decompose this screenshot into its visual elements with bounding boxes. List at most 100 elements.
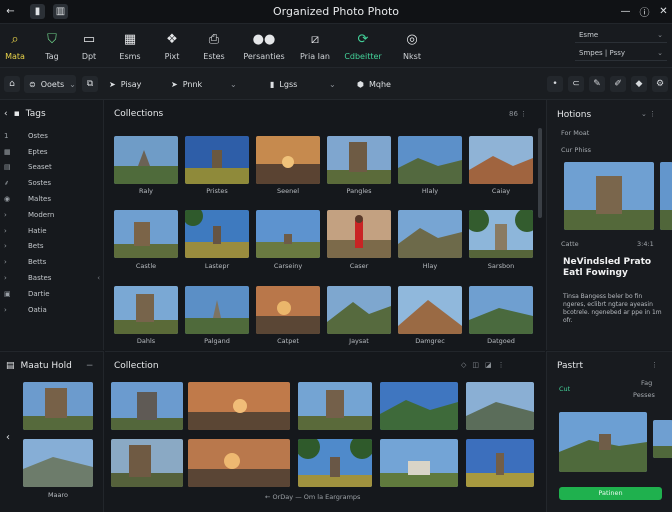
portrait-menu[interactable]: ⋮ bbox=[651, 361, 658, 369]
photo-thumbnail[interactable] bbox=[380, 439, 458, 487]
photo-thumbnail[interactable] bbox=[188, 382, 290, 430]
photo-thumbnail[interactable] bbox=[256, 286, 320, 334]
home-icon[interactable]: ⌂ bbox=[4, 76, 20, 92]
ribbon-cdbeitter[interactable]: ⟳ Cdbeitter bbox=[340, 30, 386, 62]
photo-thumbnail[interactable] bbox=[114, 136, 178, 184]
photo-thumbnail[interactable] bbox=[469, 136, 533, 184]
pin-icon[interactable]: • bbox=[547, 76, 563, 92]
chevron-left-icon[interactable]: ‹ bbox=[4, 109, 8, 119]
preview-image-next[interactable] bbox=[660, 162, 672, 230]
gem-icon: ⬢ bbox=[357, 79, 364, 89]
logs-button[interactable]: ▮ Lgss bbox=[265, 75, 302, 93]
toolbar: ⌂ ⊜ Ooets ⌄ ⧉ ➤ Pisay ➤ Pnnk ⌄ ▮ Lgss ⌄ … bbox=[0, 68, 672, 100]
play-button[interactable]: ➤ Pisay bbox=[104, 75, 146, 93]
photo-thumbnail[interactable] bbox=[185, 210, 249, 258]
photo-thumbnail[interactable] bbox=[111, 439, 183, 487]
info-icon[interactable]: ⓘ bbox=[637, 4, 652, 19]
apply-button[interactable]: Patinen bbox=[559, 487, 662, 500]
minimize-icon[interactable]: − bbox=[86, 361, 94, 371]
logs-chevron[interactable]: ⌄ bbox=[324, 75, 341, 93]
sidebar-item[interactable]: › Betts bbox=[4, 254, 100, 270]
ribbon-dpt[interactable]: ▭ Dpt bbox=[66, 30, 112, 62]
photo-thumbnail[interactable] bbox=[466, 439, 534, 487]
photo-thumbnail[interactable] bbox=[469, 286, 533, 334]
collections-panel: Collections 86 ⋮ Raly Pristes Seenel Pan… bbox=[105, 100, 545, 350]
chevron-left-icon[interactable]: ‹ bbox=[6, 432, 10, 443]
expand-icon: › bbox=[4, 210, 7, 219]
photo-thumbnail[interactable] bbox=[398, 136, 462, 184]
folder-icon: ▣ bbox=[4, 289, 11, 298]
settings-icon[interactable]: ⚙ bbox=[652, 76, 668, 92]
pagination[interactable]: ← OrDay — Om la Eargramps bbox=[265, 493, 360, 501]
photo-thumbnail[interactable] bbox=[327, 210, 391, 258]
brush-icon[interactable]: ✐ bbox=[610, 76, 626, 92]
ribbon-right-row[interactable]: Smpes | Pssy ⌄ bbox=[575, 46, 667, 61]
details-panel: Hotions ⌄ ⋮ For Moat Cur Phiss Catte 3:4… bbox=[546, 100, 672, 350]
sidebar-item[interactable]: › Bets bbox=[4, 239, 100, 255]
preview-image[interactable] bbox=[559, 412, 647, 472]
circle-icon: ◉ bbox=[4, 195, 11, 204]
print-icon: ➤ bbox=[171, 79, 178, 89]
collection-tools[interactable]: ◇◫◪⋮ bbox=[461, 361, 511, 369]
photo-thumbnail[interactable] bbox=[114, 210, 178, 258]
sidebar-item[interactable]: ⸙ Sostes bbox=[4, 175, 100, 191]
sidebar-item[interactable]: › Modern bbox=[4, 207, 100, 223]
details-menu[interactable]: ⌄ ⋮ bbox=[641, 110, 656, 118]
chevron-down-icon: ⌄ bbox=[657, 31, 663, 39]
photo-thumbnail[interactable] bbox=[469, 210, 533, 258]
print-button[interactable]: ➤ Pnnk bbox=[166, 75, 207, 93]
photo-thumbnail[interactable] bbox=[380, 382, 458, 430]
sidebar-item[interactable]: ▣ Dartie bbox=[4, 286, 100, 302]
chevron-down-icon: ⌄ bbox=[329, 79, 336, 89]
photo-thumbnail[interactable] bbox=[256, 136, 320, 184]
print-chevron[interactable]: ⌄ bbox=[225, 75, 242, 93]
photo-thumbnail[interactable] bbox=[114, 286, 178, 334]
photo-thumbnail[interactable] bbox=[23, 439, 93, 487]
photo-thumbnail[interactable] bbox=[398, 286, 462, 334]
sidebar-item[interactable]: ◉ Maltes bbox=[4, 191, 100, 207]
preview-image-next[interactable] bbox=[653, 420, 672, 458]
ribbon-persanties[interactable]: ●● Persanties bbox=[241, 30, 287, 62]
copy-icon[interactable]: ⧉ bbox=[82, 76, 98, 92]
ribbon-pria-ian[interactable]: ⧄ Pria Ian bbox=[292, 30, 338, 62]
photo-thumbnail[interactable] bbox=[466, 382, 534, 430]
sidebar-item[interactable]: › Hatie bbox=[4, 223, 100, 239]
minimize-icon[interactable]: — bbox=[618, 4, 633, 19]
expand-icon: › bbox=[4, 258, 7, 267]
scrollbar[interactable] bbox=[538, 128, 542, 218]
collapse-icon[interactable]: ‹ bbox=[97, 274, 100, 282]
sidebar-item[interactable]: › Oatia bbox=[4, 302, 100, 318]
ribbon-esms[interactable]: ▦ Esms bbox=[107, 30, 153, 62]
link-icon[interactable]: ⊂ bbox=[568, 76, 584, 92]
sort-dropdown[interactable]: ⊜ Ooets ⌄ bbox=[24, 75, 76, 93]
photo-thumbnail[interactable] bbox=[185, 136, 249, 184]
photo-thumbnail[interactable] bbox=[298, 439, 372, 487]
sidebar-item[interactable]: ▦ Eptes bbox=[4, 144, 100, 160]
preview-image[interactable] bbox=[564, 162, 654, 230]
collections-tools[interactable]: 86 ⋮ bbox=[509, 110, 527, 118]
ribbon-pixt[interactable]: ❖ Pixt bbox=[149, 30, 195, 62]
tag-icon: ▪ bbox=[13, 109, 20, 119]
sidebar-item[interactable]: ▤ Seaset bbox=[4, 160, 100, 176]
sidebar-item[interactable]: 1 Ostes bbox=[4, 128, 100, 144]
mqhe-button[interactable]: ⬢ Mqhe bbox=[352, 75, 396, 93]
photo-thumbnail[interactable] bbox=[256, 210, 320, 258]
bell-icon[interactable]: ◆ bbox=[631, 76, 647, 92]
photo-thumbnail[interactable] bbox=[185, 286, 249, 334]
photo-thumbnail[interactable] bbox=[327, 286, 391, 334]
photo-thumbnail[interactable] bbox=[111, 382, 183, 430]
dots-icon: ●● bbox=[252, 31, 276, 47]
edit-icon[interactable]: ✎ bbox=[589, 76, 605, 92]
photo-thumbnail[interactable] bbox=[398, 210, 462, 258]
sidebar-item[interactable]: › Bastes ‹ bbox=[4, 270, 100, 286]
details-heading: NeVindsled Prato Eatl Fowingy bbox=[563, 257, 652, 278]
chevron-down-icon: ⌄ bbox=[230, 79, 237, 89]
photo-thumbnail[interactable] bbox=[327, 136, 391, 184]
photo-thumbnail[interactable] bbox=[23, 382, 93, 430]
ribbon-nkst[interactable]: ◎ Nkst bbox=[389, 30, 435, 62]
photo-thumbnail[interactable] bbox=[188, 439, 290, 487]
close-icon[interactable]: ✕ bbox=[656, 4, 671, 19]
ribbon-right-row[interactable]: Esme ⌄ bbox=[575, 28, 667, 43]
ribbon-estes[interactable]: ⎙ Estes bbox=[191, 30, 237, 62]
photo-thumbnail[interactable] bbox=[298, 382, 372, 430]
